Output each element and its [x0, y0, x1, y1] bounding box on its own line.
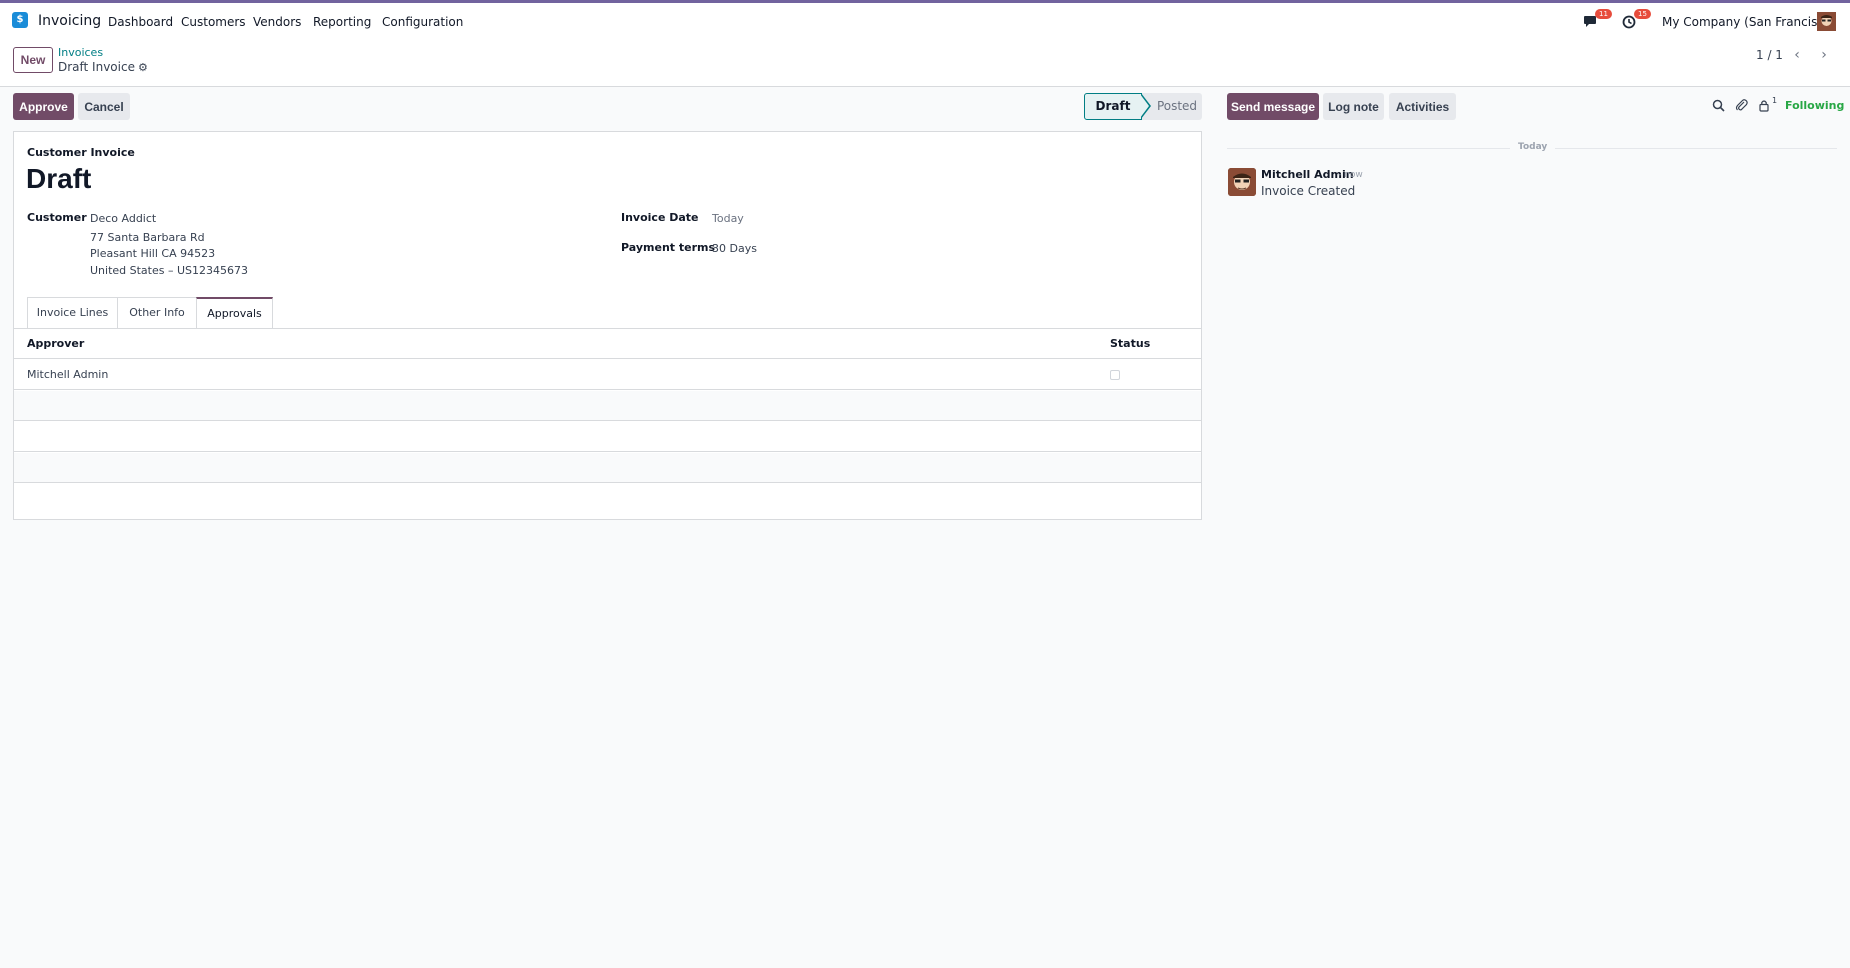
message-body: Invoice Created	[1261, 184, 1356, 198]
clock-icon	[1622, 15, 1636, 29]
customer-name[interactable]: Deco Addict	[90, 212, 156, 225]
following-toggle[interactable]: Following	[1785, 99, 1844, 112]
activities-button[interactable]: 15	[1622, 9, 1651, 29]
followers-count: 1	[1772, 96, 1778, 105]
menu-configuration[interactable]: Configuration	[382, 15, 463, 29]
log-note-button[interactable]: Log note	[1323, 93, 1384, 120]
column-approver[interactable]: Approver	[27, 337, 84, 350]
status-bar: Draft Posted	[1084, 93, 1202, 120]
cancel-button[interactable]: Cancel	[78, 93, 130, 120]
send-message-button[interactable]: Send message	[1227, 93, 1319, 120]
paperclip-icon[interactable]	[1735, 98, 1748, 112]
invoice-date-label: Invoice Date	[621, 211, 699, 224]
message-avatar[interactable]	[1228, 168, 1256, 196]
chat-icon	[1584, 16, 1596, 27]
invoice-form-sheet: Customer Invoice Draft Customer Deco Add…	[13, 131, 1202, 520]
status-arrow-fill	[1140, 94, 1149, 118]
menu-customers[interactable]: Customers	[181, 15, 246, 29]
payment-terms-label: Payment terms	[621, 241, 716, 254]
activities-button[interactable]: Activities	[1389, 93, 1456, 120]
tab-approvals[interactable]: Approvals	[196, 297, 273, 329]
breadcrumb-invoices[interactable]: Invoices	[58, 46, 103, 59]
table-row-empty	[14, 453, 1201, 483]
approver-name: Mitchell Admin	[27, 368, 109, 381]
tab-invoice-lines[interactable]: Invoice Lines	[27, 297, 118, 329]
status-checkbox[interactable]	[1110, 370, 1120, 380]
message-time: - now	[1338, 170, 1363, 180]
customer-label: Customer	[27, 211, 87, 224]
gear-icon[interactable]: ⚙	[138, 61, 148, 74]
date-separator: Today	[1510, 142, 1556, 152]
user-avatar[interactable]	[1817, 12, 1836, 31]
search-icon[interactable]	[1712, 99, 1725, 112]
app-name[interactable]: Invoicing	[38, 13, 101, 29]
status-draft[interactable]: Draft	[1084, 93, 1142, 120]
messages-badge: 11	[1595, 9, 1612, 19]
breadcrumb-current-label: Draft Invoice	[58, 60, 135, 74]
invoice-title: Draft	[26, 163, 92, 194]
top-navbar: $ Invoicing Dashboard Customers Vendors …	[0, 3, 1850, 39]
activities-badge: 15	[1634, 9, 1651, 19]
menu-vendors[interactable]: Vendors	[253, 15, 301, 29]
customer-address-line2: Pleasant Hill CA 94523	[90, 247, 216, 260]
pager-previous-icon[interactable]: ‹	[1786, 45, 1808, 65]
user-avatar-icon	[1817, 12, 1836, 31]
table-header: Approver Status	[14, 329, 1201, 359]
author-avatar-icon	[1228, 168, 1256, 196]
status-posted[interactable]: Posted	[1152, 93, 1202, 120]
company-switcher[interactable]: My Company (San Francisco)	[1662, 15, 1836, 29]
tab-other-info[interactable]: Other Info	[117, 297, 197, 329]
invoice-date-field[interactable]: Today	[712, 212, 744, 225]
table-row-empty	[14, 391, 1201, 421]
pager-next-icon[interactable]: ›	[1813, 45, 1835, 65]
customer-address-line3: United States – US12345673	[90, 264, 249, 277]
invoicing-app-icon[interactable]: $	[12, 12, 28, 28]
control-panel: New Invoices Draft Invoice ⚙ 1 / 1 ‹ ›	[0, 39, 1850, 87]
customer-address-line1: 77 Santa Barbara Rd	[90, 231, 205, 244]
approve-button[interactable]: Approve	[13, 93, 74, 120]
messages-button[interactable]: 11	[1583, 9, 1612, 29]
menu-dashboard[interactable]: Dashboard	[108, 15, 173, 29]
pager-value[interactable]: 1 / 1	[1756, 48, 1783, 62]
column-status[interactable]: Status	[1110, 337, 1150, 350]
payment-terms-field[interactable]: 30 Days	[712, 242, 757, 255]
menu-reporting[interactable]: Reporting	[313, 15, 371, 29]
invoice-type: Customer Invoice	[27, 146, 135, 159]
table-row[interactable]: Mitchell Admin	[14, 360, 1201, 390]
table-row-empty	[14, 422, 1201, 452]
breadcrumb-current: Draft Invoice ⚙	[58, 60, 148, 74]
followers-icon[interactable]	[1759, 99, 1769, 112]
new-button[interactable]: New	[13, 47, 53, 73]
